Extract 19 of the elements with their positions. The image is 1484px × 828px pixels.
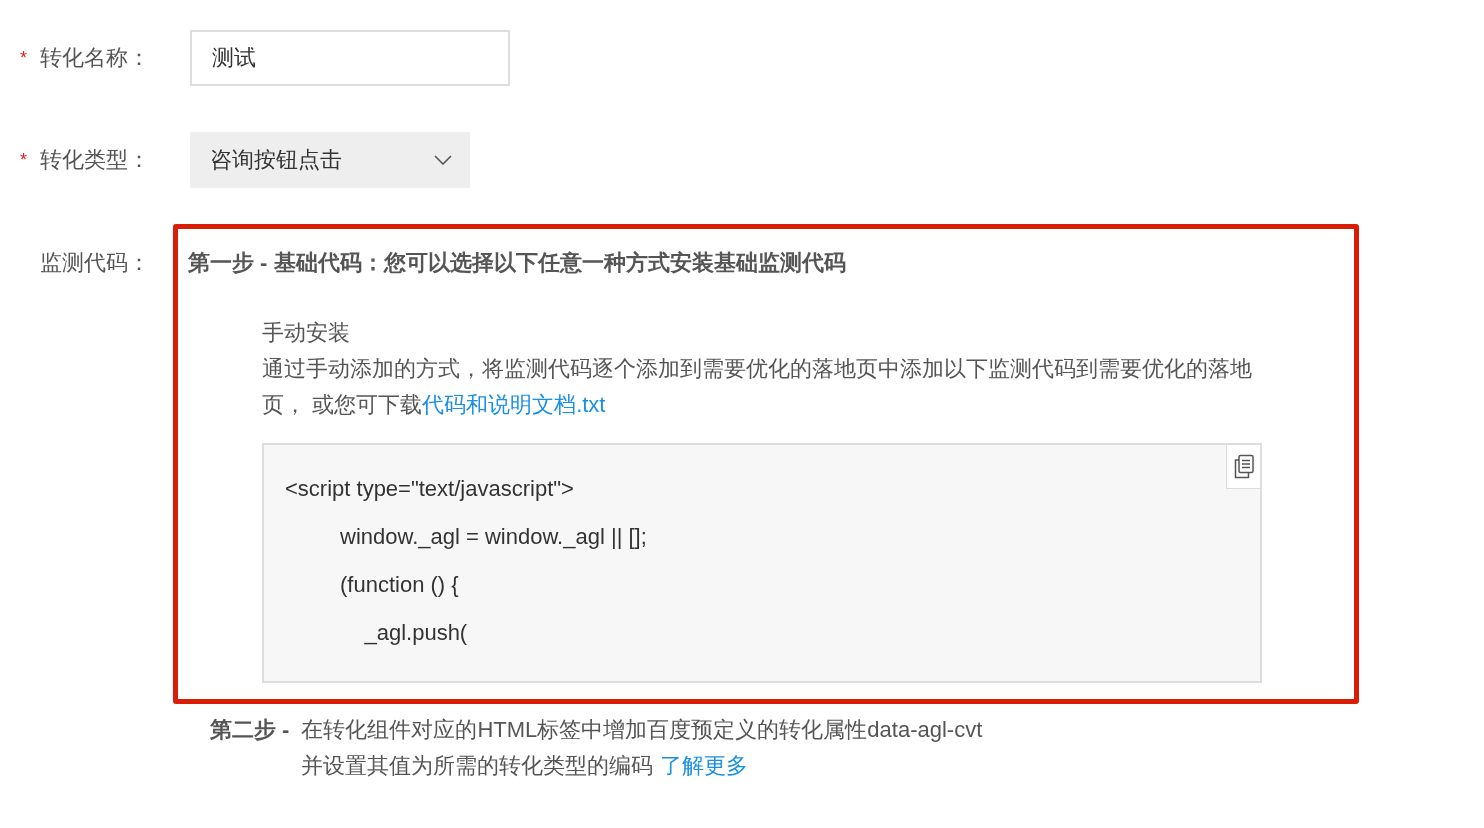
- step-title: 第一步 - 基础代码：您可以选择以下任意一种方式安装基础监测代码: [188, 249, 847, 277]
- field-label: 转化类型：: [40, 146, 150, 174]
- name-input-field[interactable]: 测试: [190, 30, 510, 86]
- method-title: 手动安装: [262, 319, 351, 347]
- code-line: <script type="text/javascript">: [285, 475, 574, 503]
- copy-icon: [1232, 453, 1255, 480]
- required-mark: *: [20, 47, 28, 69]
- copy-button[interactable]: [1226, 445, 1260, 489]
- caret-icon: [434, 155, 452, 165]
- type-select[interactable]: 咨询按钮点击: [190, 132, 470, 188]
- code-line: _agl.push(: [363, 619, 468, 647]
- field-label: 监测代码：: [40, 249, 150, 277]
- required-mark: *: [20, 149, 28, 171]
- description: 通过手动添加的方式，将监测代码逐个添加到需要优化的落地页中添加以下监测代码到需要优化的落地页， 或您可下载代码和说明文档.txt: [262, 355, 1252, 419]
- step-description: 在转化组件对应的HTML标签中增加百度预定义的转化属性data-agl-cvt 并设置其值为所需的转化类型的编码 了解更多: [301, 716, 983, 780]
- field-label: 转化名称：: [40, 44, 150, 72]
- code-line: (function () {: [339, 571, 459, 599]
- step-label: 第二步 -: [210, 716, 290, 744]
- code-line: window._agl = window._agl || [];: [339, 523, 647, 551]
